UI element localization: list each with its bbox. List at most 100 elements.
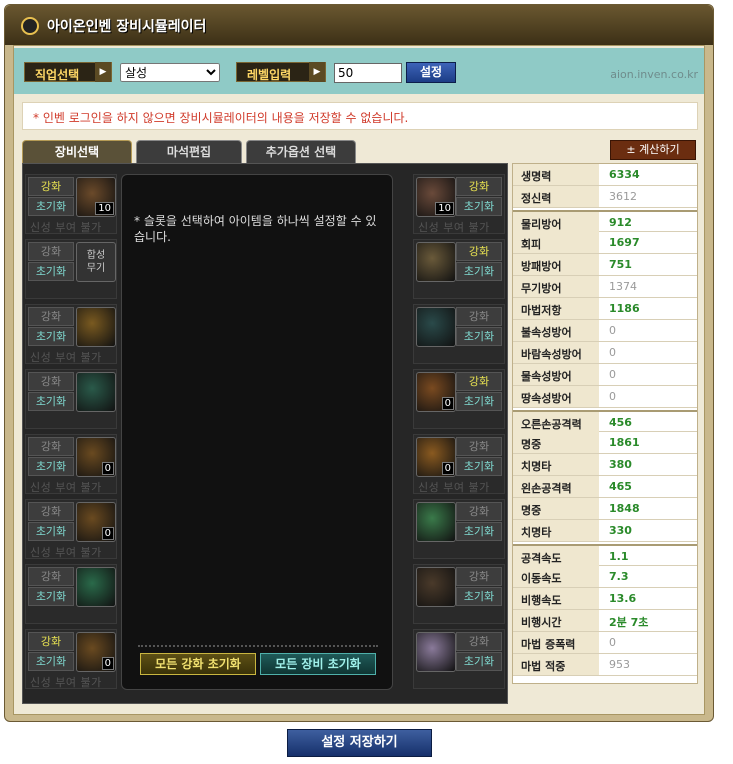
stat-row: 바람속성방어 0 — [513, 342, 697, 364]
stat-name: 마법 증폭력 — [513, 632, 599, 653]
shoulder-icon[interactable]: 0 — [416, 372, 456, 412]
stat-name: 생명력 — [513, 164, 599, 185]
reset-slot-button[interactable]: 초기화 — [28, 262, 74, 281]
necklace-icon[interactable] — [76, 372, 116, 412]
enhance-button[interactable]: 강화 — [456, 177, 502, 196]
equipment-slot[interactable]: 강화 초기화 0 — [413, 369, 505, 429]
stat-name: 명중 — [513, 432, 599, 453]
stat-row: 명중 1861 — [513, 432, 697, 454]
enhance-level-badge: 0 — [101, 527, 114, 540]
stat-value: 330 — [609, 524, 632, 537]
stat-row: 회피 1697 — [513, 232, 697, 254]
enhance-button[interactable]: 강화 — [456, 307, 502, 326]
reset-slot-button[interactable]: 초기화 — [456, 652, 502, 671]
reset-slot-button[interactable]: 초기화 — [456, 327, 502, 346]
reset-slot-button[interactable]: 초기화 — [456, 587, 502, 606]
enhance-button[interactable]: 강화 — [456, 372, 502, 391]
reset-slot-button[interactable]: 초기화 — [456, 522, 502, 541]
stat-name: 물속성방어 — [513, 364, 599, 385]
tab-extra-options[interactable]: 추가옵션 선택 — [246, 140, 356, 164]
enhance-button[interactable]: 강화 — [456, 632, 502, 651]
tab-equipment[interactable]: 장비선택 — [22, 140, 132, 164]
stat-name: 왼손공격력 — [513, 476, 599, 497]
no-imbue-label: 신성 부여 불가 — [30, 221, 102, 234]
reset-slot-button[interactable]: 초기화 — [28, 522, 74, 541]
equipment-slot[interactable]: 강화 초기화 합성 무기 — [25, 239, 117, 299]
enhance-button[interactable]: 강화 — [456, 437, 502, 456]
gloves-icon[interactable]: 0 — [76, 502, 116, 542]
stat-row: 명중 1848 — [513, 498, 697, 520]
reset-slot-button[interactable]: 초기화 — [456, 457, 502, 476]
reset-slot-button[interactable]: 초기화 — [28, 392, 74, 411]
stat-row: 공격속도 1.1 — [513, 544, 697, 567]
reset-slot-button[interactable]: 초기화 — [28, 197, 74, 216]
enhance-button[interactable]: 강화 — [28, 437, 74, 456]
equipment-slot[interactable]: 강화 초기화 신성 부여 불가 — [25, 304, 117, 364]
stat-value: 1374 — [609, 280, 637, 293]
calculate-button[interactable]: ± 계산하기 — [610, 140, 696, 160]
equipment-slot[interactable]: 강화 초기화 — [25, 564, 117, 624]
stat-name: 불속성방어 — [513, 320, 599, 341]
enhance-button[interactable]: 강화 — [28, 372, 74, 391]
stat-name: 물리방어 — [513, 212, 599, 233]
belt-icon[interactable] — [416, 567, 456, 607]
stat-row: 비행시간 2분 7초 — [513, 610, 697, 632]
reset-slot-button[interactable]: 초기화 — [456, 197, 502, 216]
ring2-icon[interactable] — [416, 502, 456, 542]
enhance-button[interactable]: 강화 — [28, 307, 74, 326]
job-select[interactable]: 살성 — [120, 63, 220, 82]
reset-slot-button[interactable]: 초기화 — [456, 392, 502, 411]
stat-row: 비행속도 13.6 — [513, 588, 697, 610]
stat-value: 13.6 — [609, 592, 637, 605]
enhance-button[interactable]: 강화 — [456, 502, 502, 521]
stat-name: 비행속도 — [513, 588, 599, 609]
enhance-button[interactable]: 강화 — [456, 242, 502, 261]
set-button[interactable]: 설정 — [406, 62, 456, 83]
equipment-slot[interactable]: 강화 초기화 — [413, 304, 505, 364]
ring-icon[interactable] — [76, 567, 116, 607]
equipment-slot[interactable]: 강화 초기화 — [413, 564, 505, 624]
wings-icon[interactable] — [416, 632, 456, 672]
boots-icon[interactable]: 0 — [416, 437, 456, 477]
equipment-slot[interactable]: 강화 초기화 — [413, 499, 505, 559]
stat-value: 1861 — [609, 436, 640, 449]
composite-weapon-icon[interactable]: 합성 무기 — [76, 242, 116, 282]
reset-slot-button[interactable]: 초기화 — [28, 652, 74, 671]
equipment-slot[interactable]: 강화 초기화 0 신성 부여 불가 — [25, 629, 117, 689]
save-settings-button[interactable]: 설정 저장하기 — [287, 729, 432, 757]
reset-slot-button[interactable]: 초기화 — [28, 327, 74, 346]
reset-all-equipment-button[interactable]: 모든 장비 초기화 — [260, 653, 376, 675]
enhance-button[interactable]: 강화 — [456, 567, 502, 586]
equipment-slot[interactable]: 강화 초기화 0 신성 부여 불가 — [25, 434, 117, 494]
stat-row: 땅속성방어 0 — [513, 386, 697, 408]
stat-name: 공격속도 — [513, 546, 599, 567]
earring-icon[interactable] — [416, 242, 456, 282]
offhand-sword-icon[interactable]: 10 — [416, 177, 456, 217]
pants-icon[interactable]: 0 — [76, 632, 116, 672]
reset-slot-button[interactable]: 초기화 — [28, 587, 74, 606]
stat-row: 생명력 6334 — [513, 164, 697, 186]
level-input-label: 레벨입력 ▶ — [236, 62, 326, 82]
enhance-button[interactable]: 강화 — [28, 632, 74, 651]
equipment-slot[interactable]: 강화 초기화 10 신성 부여 불가 — [25, 174, 117, 234]
reset-slot-button[interactable]: 초기화 — [456, 262, 502, 281]
equipment-slot[interactable]: 강화 초기화 — [25, 369, 117, 429]
level-input[interactable] — [334, 63, 402, 83]
earring2-icon[interactable] — [416, 307, 456, 347]
equipment-slot[interactable]: 강화 초기화 — [413, 629, 505, 689]
equipment-slot[interactable]: 강화 초기화 10 신성 부여 불가 — [413, 174, 505, 234]
equipment-slot[interactable]: 강화 초기화 — [413, 239, 505, 299]
item-detail-box: * 슬롯을 선택하여 아이템을 하나씩 설정할 수 있습니다. 모든 강화 초기… — [121, 174, 393, 690]
helmet-icon[interactable] — [76, 307, 116, 347]
chest-armor-icon[interactable]: 0 — [76, 437, 116, 477]
equipment-slot[interactable]: 강화 초기화 0 신성 부여 불가 — [25, 499, 117, 559]
enhance-button[interactable]: 강화 — [28, 567, 74, 586]
reset-all-enhance-button[interactable]: 모든 강화 초기화 — [140, 653, 256, 675]
reset-slot-button[interactable]: 초기화 — [28, 457, 74, 476]
tab-manastone[interactable]: 마석편집 — [136, 140, 242, 164]
enhance-button[interactable]: 강화 — [28, 242, 74, 261]
enhance-button[interactable]: 강화 — [28, 502, 74, 521]
sword-icon[interactable]: 10 — [76, 177, 116, 217]
enhance-button[interactable]: 강화 — [28, 177, 74, 196]
equipment-slot[interactable]: 강화 초기화 0 신성 부여 불가 — [413, 434, 505, 494]
